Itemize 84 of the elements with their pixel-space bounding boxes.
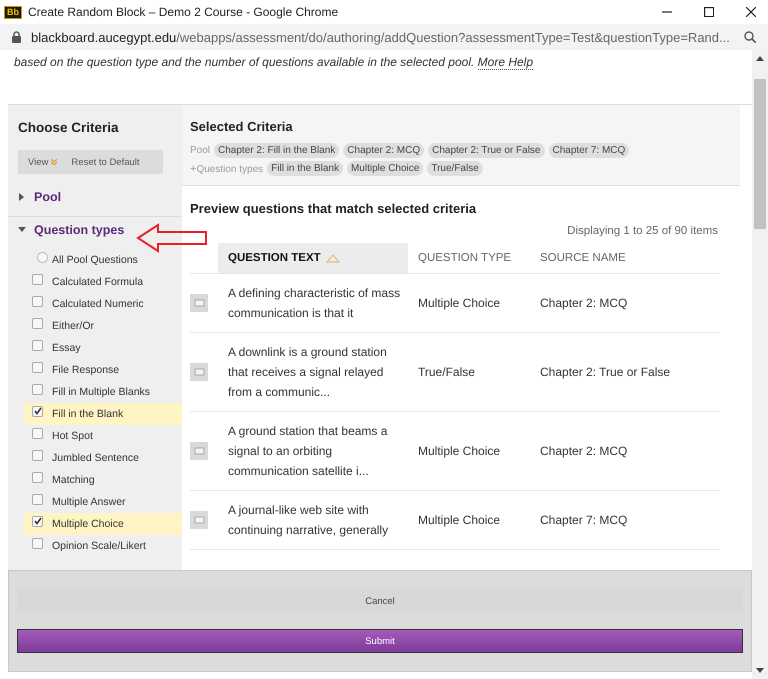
section-heading: Preview questions that match selected criteria [190, 201, 478, 216]
column-header[interactable]: QUESTION TYPE [408, 243, 530, 273]
collapse-icon[interactable] [18, 226, 26, 234]
option-label: Opinion Scale/Likert [52, 540, 146, 552]
section-heading: Selected Criteria [190, 119, 294, 134]
section-link[interactable]: Question types [34, 223, 124, 237]
scroll-down-icon[interactable] [756, 668, 764, 673]
item-count: Displaying 1 to 25 of 90 items [566, 225, 718, 237]
table-cell-text: Multiple Choice [417, 295, 502, 312]
table-cell-text: Chapter 2: MCQ [539, 295, 628, 312]
criteria-tag: Chapter 2: Fill in the Blank [214, 143, 340, 158]
preview-icon[interactable] [190, 363, 208, 381]
table-cell-text: True/False [417, 364, 476, 381]
table-cell-text: A downlink is a ground station that receives a signal relayed from a communic... [227, 344, 388, 401]
option-label: All Pool Questions [52, 254, 138, 266]
option-label: Multiple Choice [52, 518, 124, 530]
checkbox[interactable] [32, 362, 43, 372]
app-icon: Bb [4, 6, 22, 18]
criteria-tag: Chapter 2: True or False [428, 143, 544, 158]
column-header[interactable]: SOURCE NAME [530, 243, 720, 273]
more-help-link[interactable]: More Help [478, 55, 534, 70]
criteria-tag: Chapter 7: MCQ [548, 143, 630, 158]
option-label: Matching [52, 474, 95, 486]
double-chevron-icon [51, 159, 58, 165]
preview-icon[interactable] [190, 442, 208, 460]
table-cell-text: Chapter 2: True or False [539, 364, 672, 381]
scroll-up-icon[interactable] [756, 56, 764, 61]
checkmark-icon [34, 407, 42, 415]
table-cell-text: A journal-like web site with continuing narrative, generally [227, 502, 390, 539]
option-label: Fill in the Blank [52, 408, 124, 420]
checkbox[interactable] [32, 494, 43, 504]
checkbox[interactable] [32, 340, 43, 350]
table-cell-text: A defining characteristic of mass communication is that it [227, 285, 402, 322]
checkmark-icon [34, 517, 42, 525]
view-menu-button[interactable]: View [22, 154, 64, 170]
section-link[interactable]: Pool [34, 190, 62, 204]
lock-icon [12, 31, 21, 43]
scrollbar-thumb[interactable] [754, 79, 766, 229]
column-header[interactable]: QUESTION TEXT [218, 243, 408, 273]
criteria-tag: Chapter 2: MCQ [343, 143, 424, 158]
option-label: Fill in Multiple Blanks [52, 386, 150, 398]
criteria-label: Pool [190, 145, 210, 156]
cancel-button[interactable]: Cancel [17, 589, 743, 613]
option-label: Jumbled Sentence [52, 452, 139, 464]
criteria-tag: True/False [427, 161, 483, 176]
option-label: File Response [52, 364, 120, 376]
table-cell-text: Multiple Choice [417, 443, 502, 460]
window-title: Create Random Block – Demo 2 Course - Google Chrome [28, 5, 340, 19]
table-cell-text: Multiple Choice [417, 512, 502, 529]
criteria-tag: Fill in the Blank [267, 161, 343, 176]
scrollbar[interactable] [752, 50, 768, 679]
radio-button[interactable] [37, 252, 48, 262]
sidebar-title: Choose Criteria [17, 119, 120, 137]
option-label: Multiple Answer [52, 496, 126, 508]
checkbox[interactable] [32, 538, 43, 548]
expand-icon[interactable] [18, 193, 26, 201]
option-label: Calculated Numeric [52, 298, 144, 310]
preview-icon[interactable] [190, 511, 208, 529]
criteria-tag: Multiple Choice [346, 161, 424, 176]
checkbox[interactable] [32, 472, 43, 482]
checkbox[interactable] [32, 296, 43, 306]
annotation-arrow [136, 223, 208, 253]
option-label: Either/Or [52, 320, 94, 332]
checkbox[interactable] [32, 406, 43, 416]
option-label: Hot Spot [52, 430, 93, 442]
intro-text: based on the question type and the number of questions available in the selected pool. More Help [14, 55, 534, 69]
maximize-icon[interactable] [704, 7, 714, 17]
checkbox[interactable] [32, 450, 43, 460]
close-icon[interactable] [746, 7, 756, 17]
zoom-icon[interactable] [744, 31, 756, 43]
option-label: Essay [52, 342, 81, 354]
checkbox[interactable] [32, 384, 43, 394]
checkbox[interactable] [32, 274, 43, 284]
criteria-label: +Question types [190, 162, 264, 174]
checkbox[interactable] [32, 428, 43, 438]
table-cell-text: A ground station that beams a signal to an orbiting communication satellite i... [227, 423, 388, 480]
table-cell-text: Chapter 7: MCQ [539, 512, 628, 529]
option-label: Calculated Formula [52, 276, 144, 288]
checkbox[interactable] [32, 516, 43, 526]
reset-button[interactable]: Reset to Default [65, 154, 146, 170]
submit-button[interactable]: Submit [17, 629, 743, 653]
table-cell-text: Chapter 2: MCQ [539, 443, 628, 460]
preview-icon[interactable] [190, 294, 208, 312]
checkbox[interactable] [32, 318, 43, 328]
